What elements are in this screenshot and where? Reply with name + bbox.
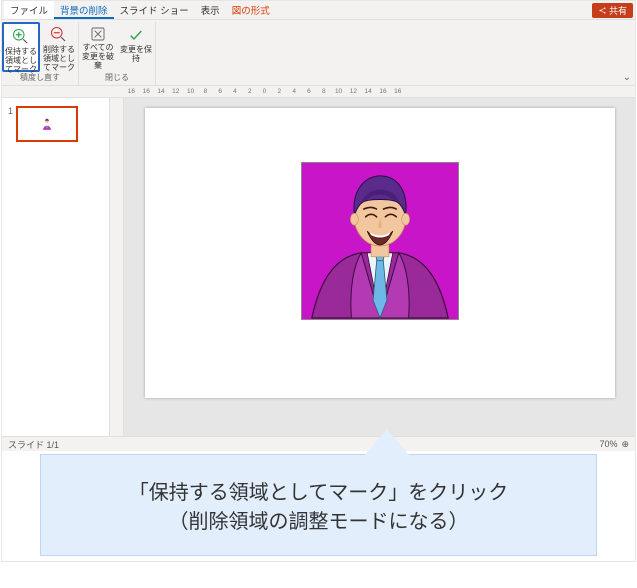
zoom-level[interactable]: 70%: [599, 439, 617, 449]
tab-remove-background[interactable]: 背景の削除: [54, 1, 114, 19]
collapse-ribbon-icon[interactable]: ⌄: [623, 72, 631, 83]
slide-counter: スライド 1/1: [8, 438, 59, 451]
mark-areas-to-keep-button[interactable]: 保持する領域としてマーク: [2, 22, 40, 72]
tab-file[interactable]: ファイル: [4, 1, 54, 19]
mark-keep-label: 保持する領域としてマーク: [5, 47, 37, 75]
ribbon: 保持する領域としてマーク 削除する領域としてマーク 積度し直す すべての変更を破…: [2, 20, 635, 86]
tab-view[interactable]: 表示: [195, 1, 226, 19]
plus-pencil-icon: [12, 28, 30, 46]
tab-picture-format[interactable]: 図の形式: [226, 1, 276, 19]
group-label-refine: 積度し直す: [20, 72, 60, 84]
workarea: 1: [2, 98, 635, 436]
selected-picture[interactable]: [301, 162, 459, 320]
vertical-ruler: [110, 98, 124, 436]
tab-slideshow[interactable]: スライド ショー: [114, 1, 195, 19]
group-label-close: 閉じる: [105, 72, 129, 84]
share-label: 共有: [609, 4, 627, 17]
ribbon-group-close: すべての変更を破棄 変更を保持 閉じる: [79, 22, 156, 85]
keep-label: 変更を保持: [118, 45, 154, 63]
slide[interactable]: [145, 108, 615, 398]
callout-line1: 「保持する領域としてマーク」をクリック: [129, 476, 508, 505]
minus-pencil-icon: [50, 26, 68, 44]
checkmark-icon: [127, 26, 145, 44]
mark-areas-to-remove-button[interactable]: 削除する領域としてマーク: [40, 22, 78, 72]
callout-line2: （削除領域の調整モードになる）: [169, 505, 469, 534]
slide-number: 1: [8, 106, 13, 142]
fit-to-window-icon[interactable]: ⊕: [621, 439, 629, 450]
discard-label: すべての変更を破棄: [80, 43, 116, 71]
statusbar: スライド 1/1 70% ⊕: [2, 436, 635, 451]
horizontal-ruler: 16161412108642024681012141616: [2, 86, 635, 98]
discard-changes-button[interactable]: すべての変更を破棄: [79, 22, 117, 72]
thumbnail-character-icon: [41, 117, 53, 131]
mark-remove-label: 削除する領域としてマーク: [41, 45, 77, 73]
keep-changes-button[interactable]: 変更を保持: [117, 22, 155, 72]
share-button[interactable]: 共有: [592, 3, 633, 18]
share-icon: [598, 6, 607, 15]
slide-canvas-area[interactable]: [124, 98, 635, 436]
menubar: ファイル 背景の削除 スライド ショー 表示 図の形式 共有: [2, 1, 635, 20]
instruction-callout: 「保持する領域としてマーク」をクリック （削除領域の調整モードになる）: [40, 454, 597, 556]
ribbon-group-refine: 保持する領域としてマーク 削除する領域としてマーク 積度し直す: [2, 22, 79, 85]
slide-thumbnail-panel: 1: [2, 98, 110, 436]
slide-thumbnail-1[interactable]: [16, 106, 78, 142]
discard-icon: [89, 26, 107, 42]
character-image: [302, 162, 458, 319]
